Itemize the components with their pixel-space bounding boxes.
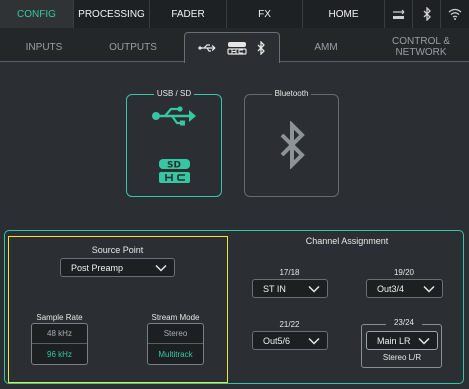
usb-large-icon (152, 106, 196, 126)
bluetooth-icon (257, 41, 265, 55)
sample-rate-title: Sample Rate (36, 313, 83, 322)
nav-fader-button[interactable]: FADER (150, 0, 227, 28)
bluetooth-device-card[interactable]: Bluetooth (244, 89, 339, 197)
slot-23-24-label: 23/24 (386, 318, 422, 327)
slot-17-18-value: ST IN (263, 283, 286, 294)
bluetooth-card-label: Bluetooth (271, 89, 312, 98)
usb-status-icon[interactable] (385, 0, 413, 28)
sample-rate-option-96[interactable]: 96 kHz (32, 344, 87, 364)
source-point-dropdown[interactable]: Post Preamp (60, 258, 175, 277)
slot-19-20-dropdown[interactable]: Out3/4 (366, 279, 443, 298)
slot-17-18-dropdown[interactable]: ST IN (252, 279, 328, 298)
usb-icon (198, 44, 216, 52)
slot-17-18-label: 17/18 (279, 268, 300, 277)
chevron-down-icon (308, 337, 320, 345)
nav-config-button[interactable]: CONFIG (0, 0, 74, 28)
sample-rate-selector: 48 kHz 96 kHz (31, 323, 88, 365)
usb-sd-label: USB / SD (153, 89, 195, 98)
bluetooth-status-icon[interactable] (413, 0, 441, 28)
tab-control-network[interactable]: CONTROL & NETWORK (380, 32, 462, 62)
tab-outputs[interactable]: OUTPUTS (96, 32, 170, 62)
slot-21-22-value: Out5/6 (263, 335, 291, 346)
tab-control-label-line1: CONTROL & (392, 36, 450, 47)
source-point-title: Source Point (91, 245, 144, 255)
nav-home-button[interactable]: HOME (303, 0, 385, 28)
sdhc-large-icon: SD (159, 159, 190, 183)
slot-23-24-value: Main LR (377, 335, 411, 346)
stream-mode-selector: Stereo Multitrack (147, 323, 204, 365)
top-nav-bar: CONFIG PROCESSING FADER FX HOME (0, 0, 469, 28)
source-point-value: Post Preamp (71, 262, 124, 273)
slot-19-20-value: Out3/4 (377, 283, 405, 294)
sdhc-icon (227, 42, 247, 55)
sample-rate-option-48[interactable]: 48 kHz (32, 324, 87, 344)
slot-19-20-label: 19/20 (393, 268, 415, 277)
slot-23-24-note: Stereo L/R (382, 353, 422, 362)
config-tabs: INPUTS OUTPUTS AMM CONTROL & NETWORK (0, 28, 469, 63)
tab-inputs[interactable]: INPUTS (8, 32, 80, 62)
tab-control-label-line2: NETWORK (395, 47, 447, 58)
chevron-down-icon (308, 285, 320, 293)
nav-fx-button[interactable]: FX (227, 0, 303, 28)
tab-usb-sd-bluetooth[interactable] (184, 32, 280, 63)
slot-21-22-dropdown[interactable]: Out5/6 (252, 331, 328, 350)
stream-mode-option-multitrack[interactable]: Multitrack (148, 344, 203, 364)
stream-mode-title: Stream Mode (151, 313, 200, 322)
usb-sd-device-card[interactable]: USB / SD SD (126, 89, 222, 197)
svg-text:SD: SD (167, 161, 181, 171)
chevron-down-icon (155, 264, 167, 272)
bluetooth-large-icon (280, 121, 305, 169)
chevron-down-icon (418, 337, 430, 345)
nav-processing-button[interactable]: PROCESSING (74, 0, 150, 28)
chevron-down-icon (423, 285, 435, 293)
tab-amm[interactable]: AMM (296, 32, 356, 62)
channel-assignment-title: Channel Assignment (305, 236, 389, 246)
slot-21-22-label: 21/22 (279, 320, 300, 329)
slot-23-24-dropdown[interactable]: Main LR (366, 331, 438, 350)
stream-mode-option-stereo[interactable]: Stereo (148, 324, 203, 344)
wifi-status-icon[interactable] (441, 0, 469, 28)
